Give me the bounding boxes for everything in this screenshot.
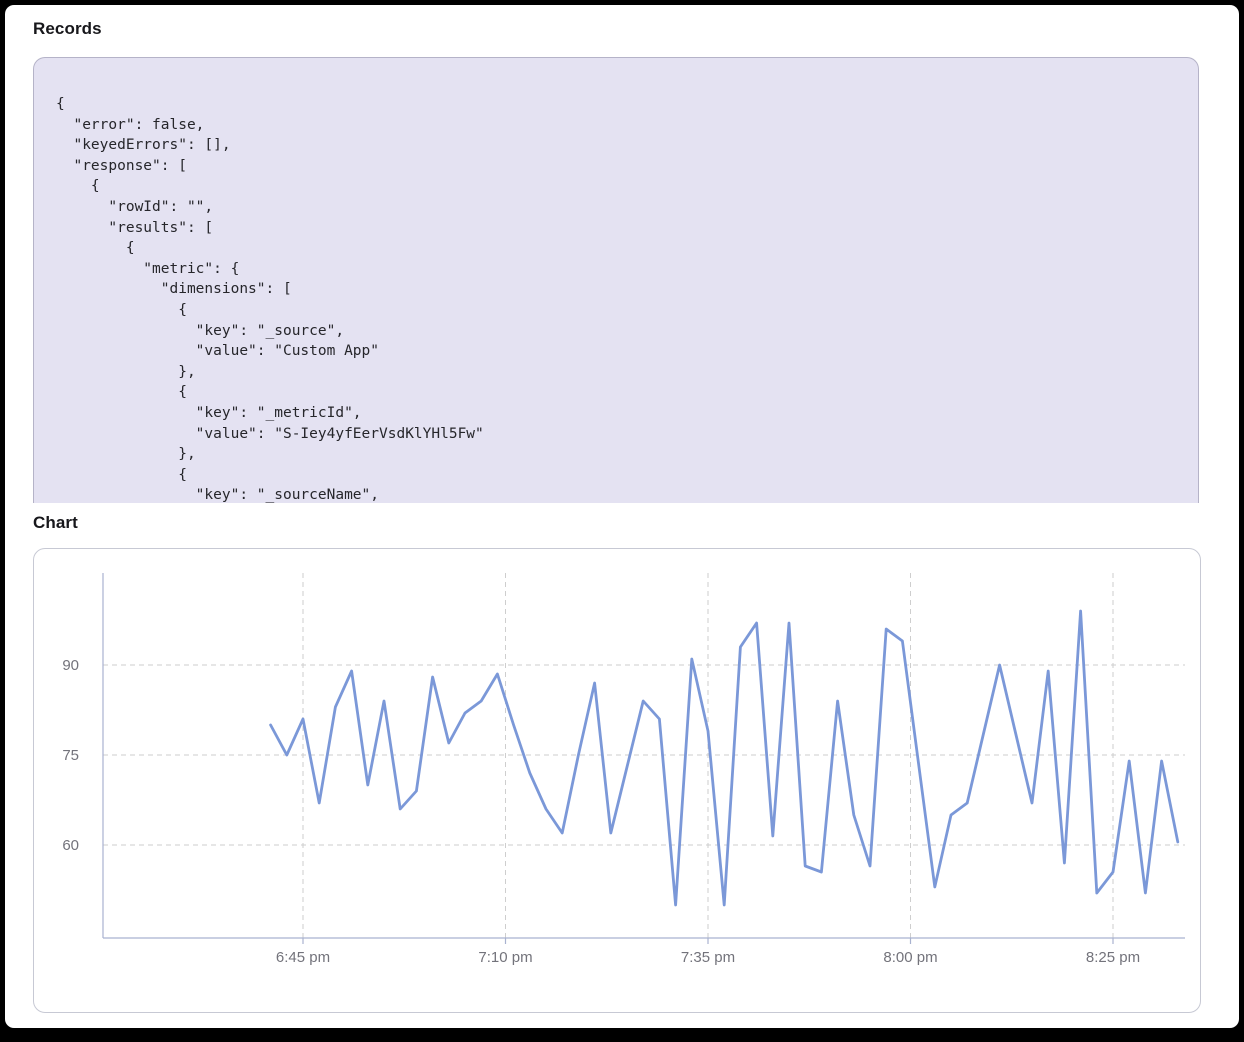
x-tick-label: 6:45 pm bbox=[276, 949, 330, 966]
records-section-title: Records bbox=[33, 19, 1211, 39]
x-tick-label: 7:10 pm bbox=[478, 949, 532, 966]
x-tick-label: 8:25 pm bbox=[1086, 949, 1140, 966]
chart-panel: 60 75 90 6:45 pm 7:10 pm 7:35 pm 8:00 pm 8:25 p… bbox=[33, 548, 1201, 1013]
page-frame: Records { "error": false, "keyedErrors":… bbox=[5, 5, 1239, 1028]
y-tick-label: 75 bbox=[62, 747, 79, 764]
records-code-block[interactable]: { "error": false, "keyedErrors": [], "re… bbox=[33, 57, 1199, 503]
x-tick-label: 8:00 pm bbox=[883, 949, 937, 966]
y-tick-label: 60 bbox=[62, 837, 79, 854]
chart-section-title: Chart bbox=[33, 513, 1211, 533]
x-tick-label: 7:35 pm bbox=[681, 949, 735, 966]
chart-canvas[interactable]: 60 75 90 6:45 pm 7:10 pm 7:35 pm 8:00 pm 8:25 p… bbox=[34, 549, 1200, 1012]
data-line bbox=[271, 611, 1178, 905]
records-json-text: { "error": false, "keyedErrors": [], "re… bbox=[56, 94, 1174, 503]
y-tick-label: 90 bbox=[62, 657, 79, 674]
